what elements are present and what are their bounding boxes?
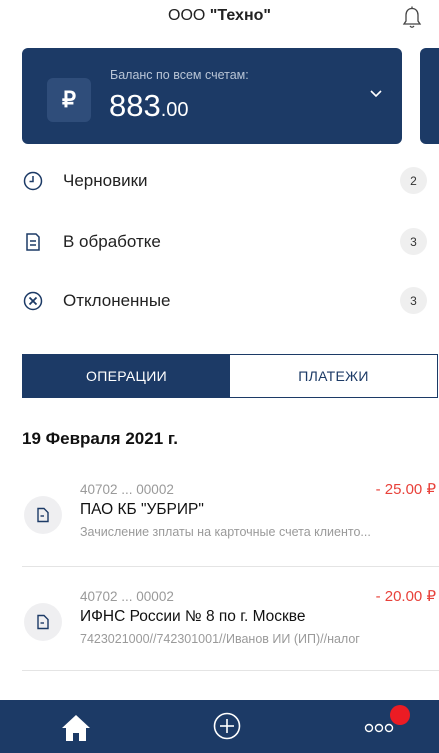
home-icon[interactable] (60, 713, 92, 743)
operation-amount: - 25.00 ₽ (375, 481, 436, 498)
tab-operations[interactable]: ОПЕРАЦИИ (23, 355, 230, 397)
segmented-tabs: ОПЕРАЦИИ ПЛАТЕЖИ (22, 354, 438, 398)
status-drafts[interactable]: Черновики 2 (0, 161, 439, 201)
company-title[interactable]: ООО "Техно" (0, 7, 439, 25)
status-processing[interactable]: В обработке 3 (0, 222, 439, 262)
notification-dot (390, 705, 410, 725)
cross-circle-icon (23, 291, 43, 311)
more-icon[interactable] (364, 722, 394, 734)
company-prefix: ООО (168, 7, 210, 24)
tab-payments[interactable]: ПЛАТЕЖИ (230, 355, 437, 397)
status-count-badge: 2 (400, 167, 427, 194)
operation-description: 7423021000//742301001//Иванов ИИ (ИП)//н… (80, 632, 360, 646)
divider (22, 566, 439, 567)
company-name: "Техно" (209, 7, 271, 24)
document-icon (24, 603, 62, 641)
balance-label: Баланс по всем счетам: (110, 68, 249, 82)
counterparty-name: ПАО КБ "УБРИР" (80, 501, 204, 518)
counterparty-name: ИФНС России № 8 по г. Москве (80, 608, 306, 625)
bell-icon[interactable] (401, 6, 423, 30)
document-icon (26, 233, 40, 251)
date-header: 19 Февраля 2021 г. (22, 429, 178, 448)
account-number: 40702 ... 00002 (80, 589, 174, 604)
balance-amount-main: 883 (109, 88, 161, 123)
balance-card[interactable]: ₽ Баланс по всем счетам: 883.00 (22, 48, 402, 144)
list-item[interactable]: 40702 ... 00002 - 20.00 ₽ ИФНС России № … (0, 574, 439, 674)
next-card-peek[interactable] (420, 48, 439, 144)
add-icon[interactable] (212, 711, 242, 741)
ruble-icon: ₽ (47, 78, 91, 122)
operation-amount: - 20.00 ₽ (375, 588, 436, 605)
bottom-tab-bar (0, 700, 439, 753)
chevron-down-icon[interactable] (368, 86, 384, 102)
divider (22, 670, 439, 671)
operation-description: Зачисление зплаты на карточные счета кли… (80, 525, 371, 539)
status-label: В обработке (63, 232, 161, 251)
status-count-badge: 3 (400, 228, 427, 255)
status-rejected[interactable]: Отклоненные 3 (0, 281, 439, 321)
account-number: 40702 ... 00002 (80, 482, 174, 497)
header: ООО "Техно" (0, 0, 439, 46)
document-icon (24, 496, 62, 534)
balance-amount-cents: .00 (160, 99, 189, 121)
balance-amount: 883.00 (109, 88, 189, 124)
list-item[interactable]: 40702 ... 00002 - 25.00 ₽ ПАО КБ "УБРИР"… (0, 467, 439, 567)
status-count-badge: 3 (400, 287, 427, 314)
status-label: Отклоненные (63, 291, 171, 310)
status-label: Черновики (63, 171, 148, 190)
clock-icon (23, 171, 43, 191)
